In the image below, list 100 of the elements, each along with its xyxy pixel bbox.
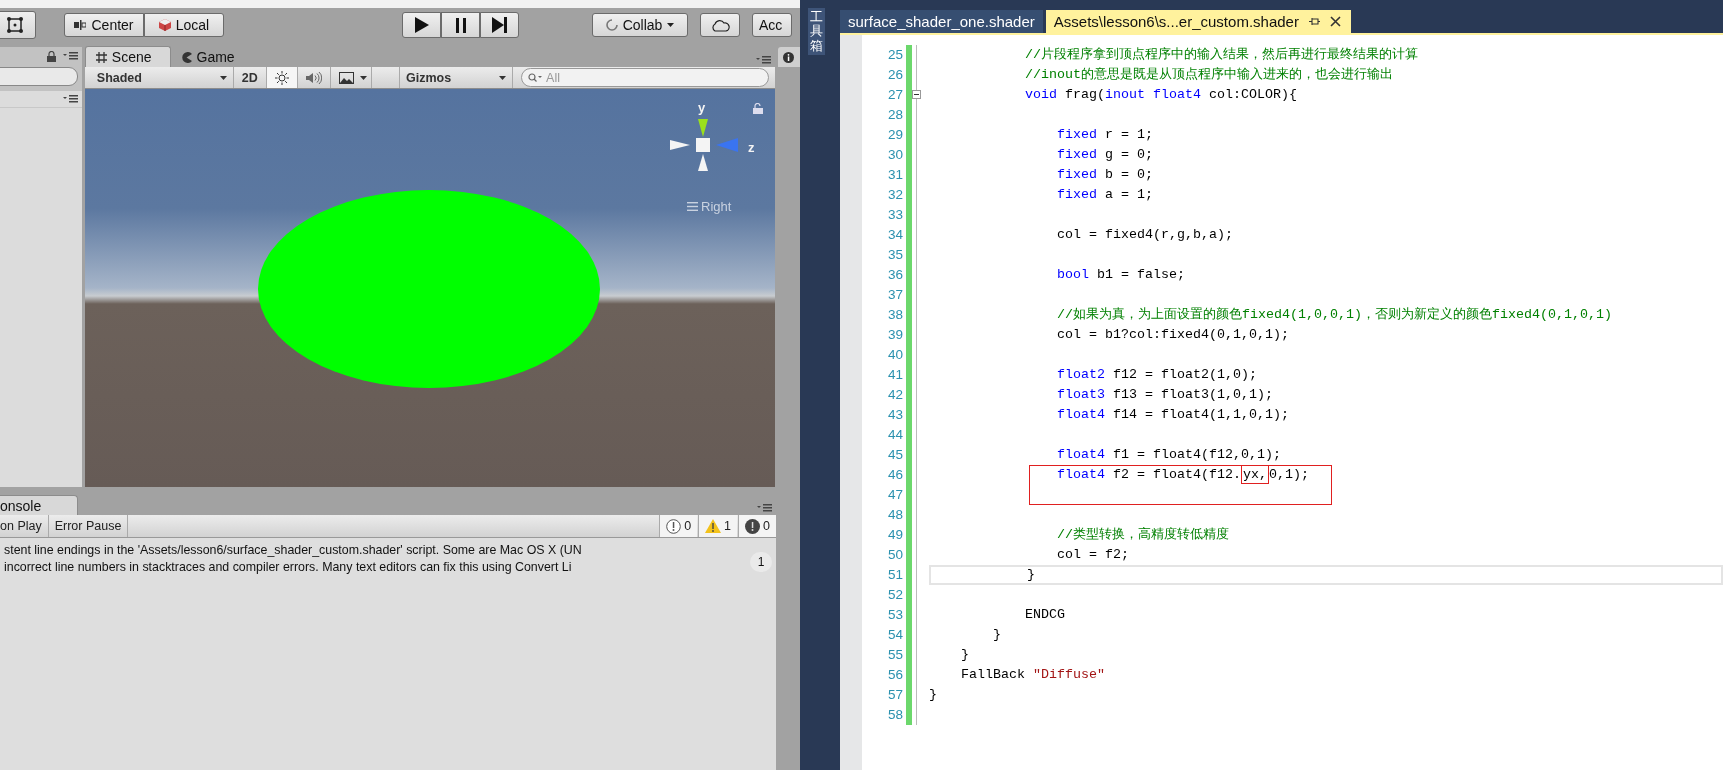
toolbox-tab[interactable]: 工具箱	[808, 8, 825, 55]
inspector-tab[interactable]	[778, 47, 800, 67]
axis-label: y	[698, 101, 706, 114]
message-text: incorrect line numbers in stacktraces and compiler errors. Many text editors can fix this using Convert Li	[3, 559, 573, 576]
shading-dropdown[interactable]: Shaded	[90, 67, 234, 88]
menu-icon[interactable]	[62, 95, 78, 103]
search-field[interactable]	[0, 67, 78, 86]
line-number: 28	[886, 106, 903, 124]
code-line: }	[992, 626, 1001, 644]
code-line: FallBack "Diffuse"	[960, 666, 1105, 684]
line-number: 50	[886, 546, 903, 564]
code-line: fixed g = 0;	[1055, 146, 1153, 164]
line-number: 31	[886, 166, 903, 184]
pacman-icon	[180, 51, 192, 63]
collapse-icon[interactable]	[912, 90, 921, 99]
line-number: 53	[886, 606, 903, 624]
axis-gizmo-drawing[interactable]	[670, 119, 739, 171]
spinner-icon	[605, 19, 618, 31]
account-button[interactable]: Acc	[752, 13, 792, 37]
line-number: 43	[886, 406, 903, 424]
code-line: float2 f12 = float2(1,0);	[1055, 366, 1257, 384]
code-line: ENDCG	[1023, 606, 1065, 624]
pin-icon[interactable]	[1308, 16, 1320, 27]
axis-label: z	[748, 141, 755, 154]
line-number: 33	[886, 206, 903, 224]
menu-icon[interactable]	[62, 52, 78, 60]
code-line: fixed a = 1;	[1055, 186, 1153, 204]
image-icon	[338, 71, 354, 84]
close-icon[interactable]	[1329, 16, 1341, 27]
line-number: 47	[886, 486, 903, 504]
code-line: fixed b = 0;	[1055, 166, 1153, 184]
pause-button[interactable]	[441, 12, 480, 38]
line-number: 34	[886, 226, 903, 244]
search-input[interactable]: All	[546, 70, 747, 85]
lighting-toggle-button[interactable]	[266, 67, 298, 88]
scene-tab[interactable]: Game	[170, 47, 253, 67]
line-number: 35	[886, 246, 903, 264]
line-number: 55	[886, 646, 903, 664]
caret-icon	[499, 75, 507, 80]
line-number: 27	[886, 86, 903, 104]
code-line: }	[929, 686, 937, 704]
menu-icon[interactable]	[757, 504, 772, 512]
count-badge: 1	[750, 552, 772, 572]
code-line: bool b1 = false;	[1055, 266, 1185, 284]
warning-icon	[705, 519, 722, 533]
code-line: void frag(inout float4 col:COLOR){	[1023, 86, 1297, 104]
play-button[interactable]	[402, 12, 441, 38]
line-number: 39	[886, 326, 903, 344]
code-line: //如果为真，为上面设置的颜色fixed4(1,0,0,1)，否则为新定义的颜色fixed4(0,1,0,1)	[1055, 306, 1612, 324]
lock-icon	[46, 50, 56, 62]
line-number: 37	[886, 286, 903, 304]
line-number: 30	[886, 146, 903, 164]
file-tab[interactable]: surface_shader_one.shader	[840, 10, 1043, 33]
console-message[interactable]	[0, 538, 776, 578]
line-number: 49	[886, 526, 903, 544]
lock-icon	[753, 103, 764, 114]
message-filter-button[interactable]: 1	[698, 515, 738, 537]
pivot-button[interactable]: Center	[64, 13, 144, 37]
play-icon	[414, 17, 429, 33]
step-button[interactable]	[480, 12, 519, 38]
line-number: 57	[886, 686, 903, 704]
pivot-button[interactable]: Local	[144, 13, 224, 37]
menu-icon[interactable]	[756, 56, 772, 64]
rect-tool-button[interactable]	[0, 11, 36, 39]
code-line: col = fixed4(r,g,b,a);	[1055, 226, 1233, 244]
2d-toggle-button[interactable]: 2D	[233, 67, 267, 88]
line-number: 48	[886, 506, 903, 524]
info-icon	[666, 518, 682, 534]
gizmos-dropdown[interactable]: Gizmos	[399, 67, 514, 88]
cloud-icon	[710, 18, 730, 32]
code-line: fixed r = 1;	[1055, 126, 1153, 144]
line-number: 54	[886, 626, 903, 644]
cloud-button[interactable]	[700, 13, 740, 37]
scene-tab[interactable]: Scene	[84, 46, 171, 67]
menu-icon	[687, 202, 699, 211]
search-field[interactable]: All	[521, 68, 770, 87]
code-line: //inout的意思是既是从顶点程序中输入进来的，也会进行输出	[1023, 66, 1393, 84]
collab-button[interactable]: Collab	[592, 13, 688, 37]
code-line: //类型转换，高精度转低精度	[1055, 526, 1229, 544]
step-icon	[491, 17, 508, 33]
line-number: 41	[886, 366, 903, 384]
line-number: 42	[886, 386, 903, 404]
line-number: 29	[886, 126, 903, 144]
console-toggle-button[interactable]: on Play	[0, 515, 49, 537]
rect-tool-icon	[6, 16, 24, 34]
grid-icon	[95, 51, 107, 63]
message-filter-button[interactable]: 0	[738, 515, 776, 537]
console-toggle-button[interactable]: Error Pause	[48, 515, 129, 537]
search-icon	[528, 72, 545, 83]
cube-icon	[158, 19, 171, 31]
caret-icon	[359, 75, 367, 80]
line-number: 51	[886, 566, 903, 584]
line-number: 38	[886, 306, 903, 324]
message-filter-button[interactable]: 0	[659, 515, 698, 537]
line-number: 45	[886, 446, 903, 464]
code-line: }	[960, 646, 969, 664]
caret-icon	[667, 23, 675, 27]
file-tab[interactable]: Assets\lesson6\s...er_custom.shader	[1045, 10, 1351, 33]
console-tab[interactable]: onsole	[0, 495, 78, 515]
error-icon	[745, 518, 761, 534]
